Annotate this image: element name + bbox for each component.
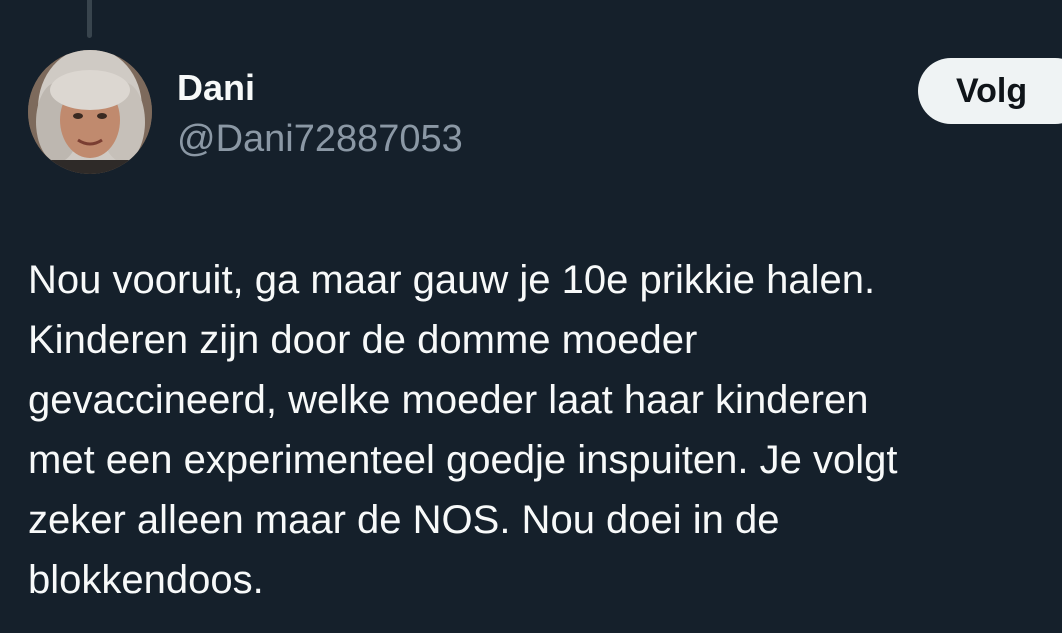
author-display-name[interactable]: Dani — [177, 68, 255, 108]
tweet-text-line: zeker alleen maar de NOS. Nou doei in de — [28, 498, 780, 542]
tweet-screen: Dani @Dani72887053 Volg Nou vooruit, ga … — [0, 0, 1062, 633]
tweet-text: Nou vooruit, ga maar gauw je 10e prikkie… — [28, 250, 1062, 610]
tweet-text-line: met een experimenteel goedje inspuiten. … — [28, 438, 898, 482]
avatar[interactable] — [28, 50, 152, 174]
tweet-text-line: Nou vooruit, ga maar gauw je 10e prikkie… — [28, 258, 876, 302]
tweet-text-line: blokkendoos. — [28, 558, 264, 602]
follow-button[interactable]: Volg — [918, 58, 1062, 124]
tweet-text-line: gevaccineerd, welke moeder laat haar kin… — [28, 378, 869, 422]
tweet-text-line: Kinderen zijn door de domme moeder — [28, 318, 698, 362]
author-handle[interactable]: @Dani72887053 — [177, 118, 463, 160]
thread-connector-line — [87, 0, 92, 38]
